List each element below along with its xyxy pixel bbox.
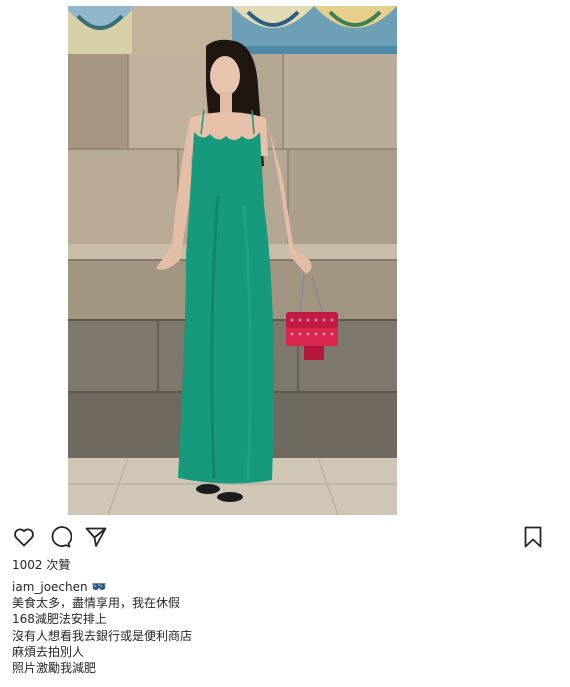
caption-line-1: 美食太多，盡情享用，我在休假: [12, 596, 181, 611]
instagram-post: 1002 次贊 iam_joechen 美食太多，盡情享用，我在休假 168減肥…: [0, 0, 570, 687]
speech-bubble-icon[interactable]: [48, 525, 72, 549]
post-photo[interactable]: [68, 6, 397, 515]
likes-count[interactable]: 1002 次贊: [12, 556, 70, 573]
sunglasses-emoji-icon: [92, 581, 106, 593]
caption-line-5: 照片激勵我減肥: [12, 661, 97, 676]
caption-line-3: 沒有人想看我去銀行或是便利商店: [12, 628, 193, 643]
bookmark-icon[interactable]: [521, 525, 545, 549]
post-caption: iam_joechen 美食太多，盡情享用，我在休假 168減肥法安排上 沒有人…: [12, 579, 192, 676]
caption-line-2: 168減肥法安排上: [12, 612, 107, 627]
heart-outline-icon[interactable]: [12, 525, 36, 549]
post-photo-illustration: [68, 6, 397, 515]
caption-username-row: iam_joechen: [12, 579, 192, 595]
paper-plane-icon[interactable]: [84, 525, 108, 549]
username-link[interactable]: iam_joechen: [12, 579, 88, 595]
caption-line-4: 麻煩去拍別人: [12, 644, 85, 659]
post-action-bar: [12, 525, 560, 551]
